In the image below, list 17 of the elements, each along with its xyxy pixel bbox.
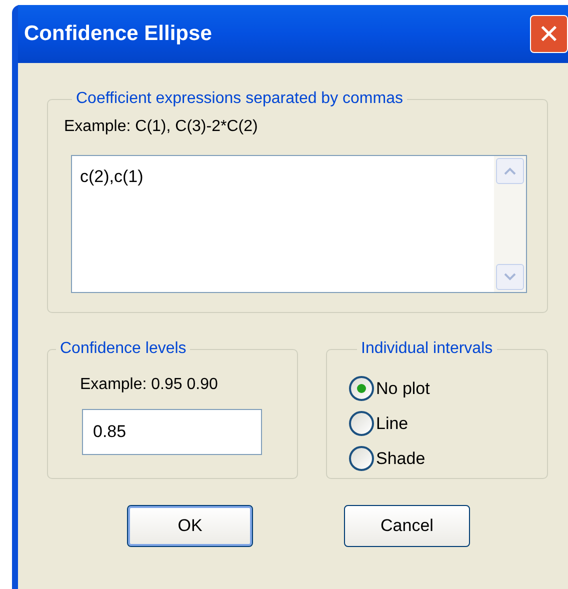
radio-button[interactable] [349,411,374,436]
group-legend: Coefficient expressions separated by commas [72,89,407,109]
radio-option[interactable]: No plot [349,371,547,406]
radio-button[interactable] [349,446,374,471]
group-legend: Confidence levels [56,339,190,359]
radio-option[interactable]: Line [349,406,547,441]
example-text: Example: 0.95 0.90 [80,375,219,395]
confidence-field[interactable]: 0.85 [82,409,262,455]
close-button[interactable]: ✕ [530,15,568,53]
radio-option[interactable]: Shade [349,441,547,476]
dialog-button[interactable]: Cancel [344,505,470,547]
example-text: Example: C(1), C(3)-2*C(2) [64,117,259,137]
window-title: Confidence Ellipse [24,21,212,48]
radio-button[interactable] [349,376,374,401]
group-legend: Individual intervals [357,339,497,359]
dialog-button[interactable]: OK [127,505,253,547]
expressions-field[interactable]: c(2),c(1) [71,155,527,293]
